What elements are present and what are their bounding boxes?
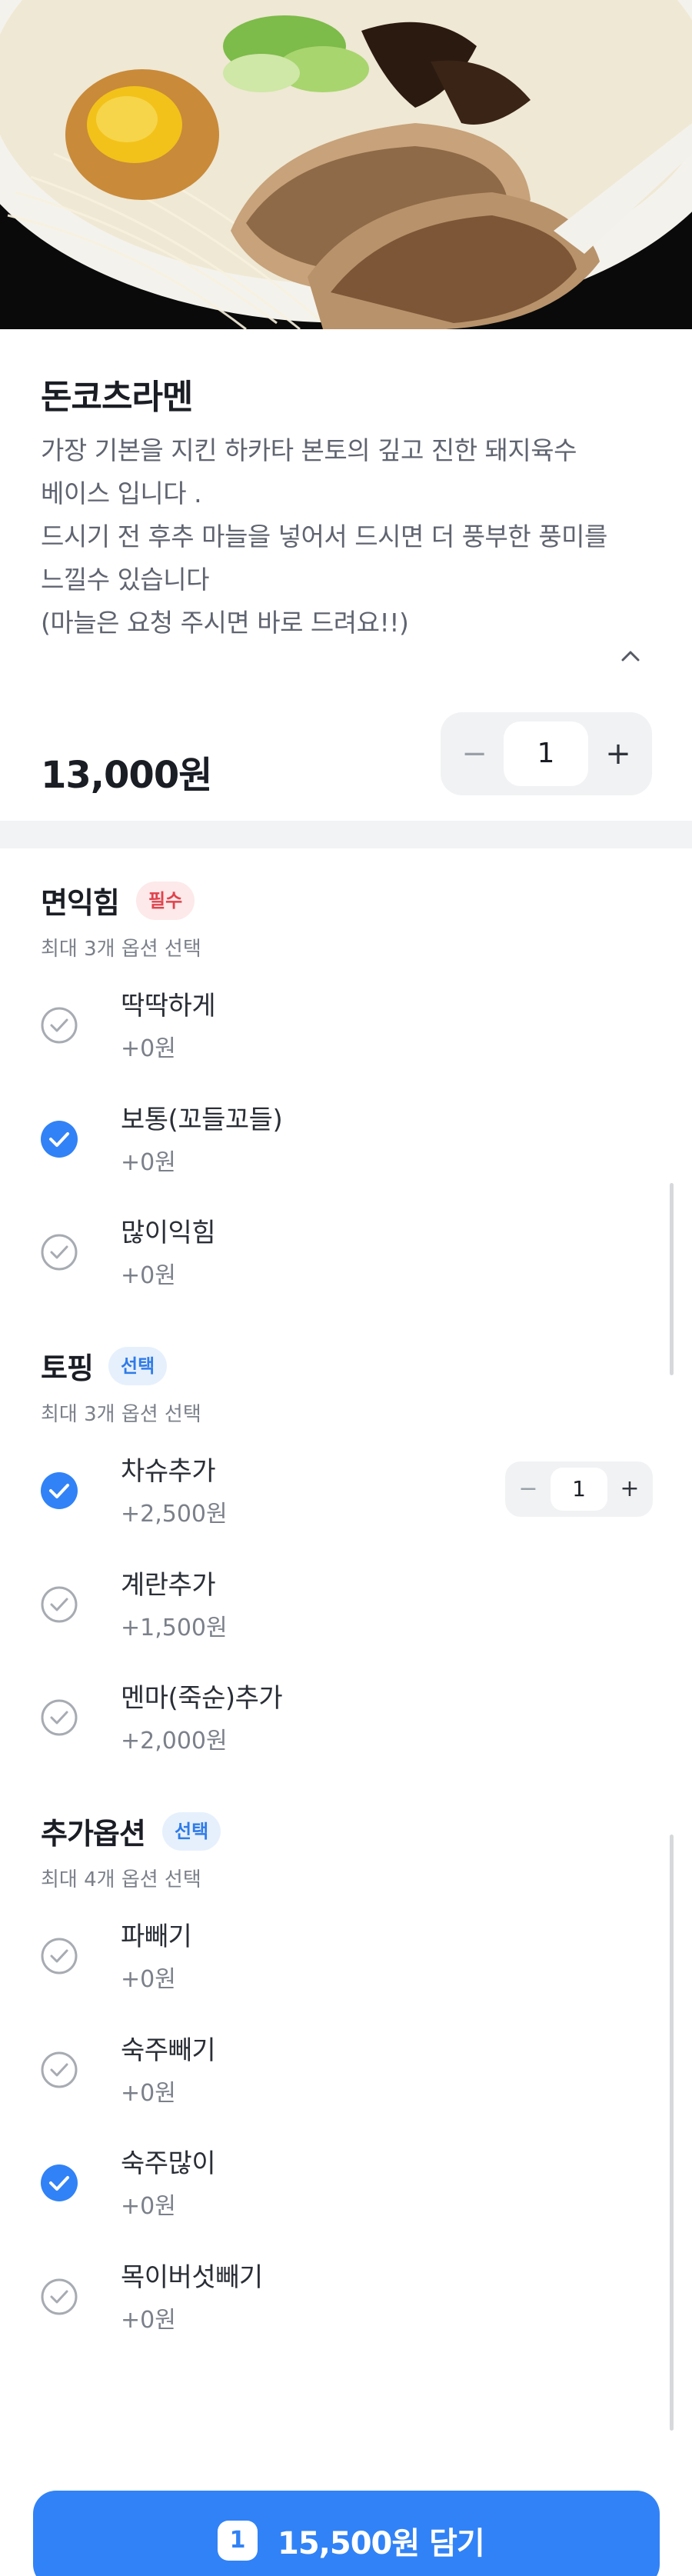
check-circle-outline-icon <box>40 1585 78 1624</box>
option-name: 보통(꼬들꼬들) <box>121 1105 283 1135</box>
quantity-value: 1 <box>504 721 588 786</box>
check-circle-outline-icon <box>40 2278 78 2316</box>
option-item[interactable]: 보통(꼬들꼬들) +0원 <box>0 1098 692 1198</box>
add-to-cart-label: 15,500원 담기 <box>278 2526 485 2561</box>
check-circle-outline-icon <box>40 1937 78 1975</box>
increase-button[interactable]: + <box>595 731 641 777</box>
option-price: +2,000원 <box>121 1728 228 1755</box>
option-item[interactable]: 딱딱하게 +0원 <box>0 985 692 1085</box>
decrease-button[interactable]: − <box>451 731 497 777</box>
option-name: 목이버섯빼기 <box>121 2262 263 2293</box>
option-price: +0원 <box>121 1035 176 1062</box>
option-item[interactable]: 숙주많이 +0원 <box>0 2142 692 2242</box>
increase-button[interactable]: + <box>614 1474 645 1505</box>
menu-description-line: 베이스 입니다 . <box>41 478 202 508</box>
option-item[interactable]: 멘마(죽순)추가 +2,000원 <box>0 1677 692 1777</box>
optional-badge: 선택 <box>108 1347 168 1385</box>
menu-price: 13,000원 <box>41 754 212 797</box>
option-name: 파빼기 <box>121 1921 192 1952</box>
section-subtitle: 최대 3개 옵션 선택 <box>41 1403 201 1426</box>
menu-title: 돈코츠라멘 <box>41 378 193 417</box>
topping-quantity-stepper: − 1 + <box>505 1461 653 1517</box>
option-price: +1,500원 <box>121 1615 228 1641</box>
section-divider <box>0 821 692 848</box>
menu-description-line: (마늘은 요청 주시면 바로 드려요!!) <box>41 608 409 638</box>
section-subtitle: 최대 4개 옵션 선택 <box>41 1868 201 1891</box>
add-to-cart-button[interactable]: 1 15,500원 담기 <box>33 2491 660 2576</box>
required-badge: 필수 <box>136 881 195 920</box>
check-circle-outline-icon <box>40 1006 78 1045</box>
quantity-stepper: − 1 + <box>441 712 652 795</box>
option-price: +0원 <box>121 1262 176 1289</box>
check-circle-outline-icon <box>40 1698 78 1737</box>
optional-badge: 선택 <box>162 1812 221 1851</box>
check-circle-filled-icon <box>40 2164 78 2202</box>
option-item[interactable]: 숙주빼기 +0원 <box>0 2029 692 2129</box>
option-price: +0원 <box>121 2080 176 2107</box>
check-circle-outline-icon <box>40 1233 78 1271</box>
option-item[interactable]: 많이익힘 +0원 <box>0 1211 692 1311</box>
check-circle-filled-icon <box>40 1471 78 1510</box>
menu-description-line: 드시기 전 후추 마늘을 넣어서 드시면 더 풍부한 풍미를 <box>41 522 607 552</box>
section-subtitle: 최대 3개 옵션 선택 <box>41 938 201 961</box>
option-item[interactable]: 목이버섯빼기 +0원 <box>0 2256 692 2356</box>
quantity-value: 1 <box>551 1468 607 1511</box>
cart-count-badge: 1 <box>218 2521 258 2561</box>
option-name: 숙주많이 <box>121 2148 216 2179</box>
option-name: 계란추가 <box>121 1570 216 1601</box>
menu-description: 가장 기본을 지킨 하카타 본토의 깊고 진한 돼지육수 베이스 입니다 . 드… <box>41 429 656 645</box>
option-price: +0원 <box>121 2193 176 2220</box>
option-price: +0원 <box>121 2307 176 2334</box>
section-title-noodle: 면익힘 <box>41 886 120 920</box>
menu-description-line: 느낄수 있습니다 <box>41 565 210 595</box>
check-circle-filled-icon <box>40 1120 78 1158</box>
chevron-up-icon[interactable] <box>615 641 646 671</box>
option-price: +0원 <box>121 1149 176 1176</box>
option-name: 숙주빼기 <box>121 2035 216 2066</box>
option-price: +0원 <box>121 1966 176 1993</box>
decrease-button[interactable]: − <box>513 1474 544 1505</box>
menu-description-line: 가장 기본을 지킨 하카타 본토의 깊고 진한 돼지육수 <box>41 435 577 465</box>
section-title-extra: 추가옵션 <box>41 1817 146 1851</box>
option-name: 멘마(죽순)추가 <box>121 1683 283 1714</box>
option-name: 딱딱하게 <box>121 991 216 1021</box>
option-item[interactable]: 계란추가 +1,500원 <box>0 1564 692 1664</box>
section-title-topping: 토핑 <box>41 1351 94 1385</box>
check-circle-outline-icon <box>40 2051 78 2089</box>
menu-hero-image <box>0 0 692 329</box>
option-item[interactable]: 파빼기 +0원 <box>0 1915 692 2015</box>
option-price: +2,500원 <box>121 1501 228 1528</box>
option-name: 많이익힘 <box>121 1218 216 1248</box>
option-name: 차슈추가 <box>121 1456 216 1487</box>
scrollbar[interactable] <box>670 1183 674 1375</box>
